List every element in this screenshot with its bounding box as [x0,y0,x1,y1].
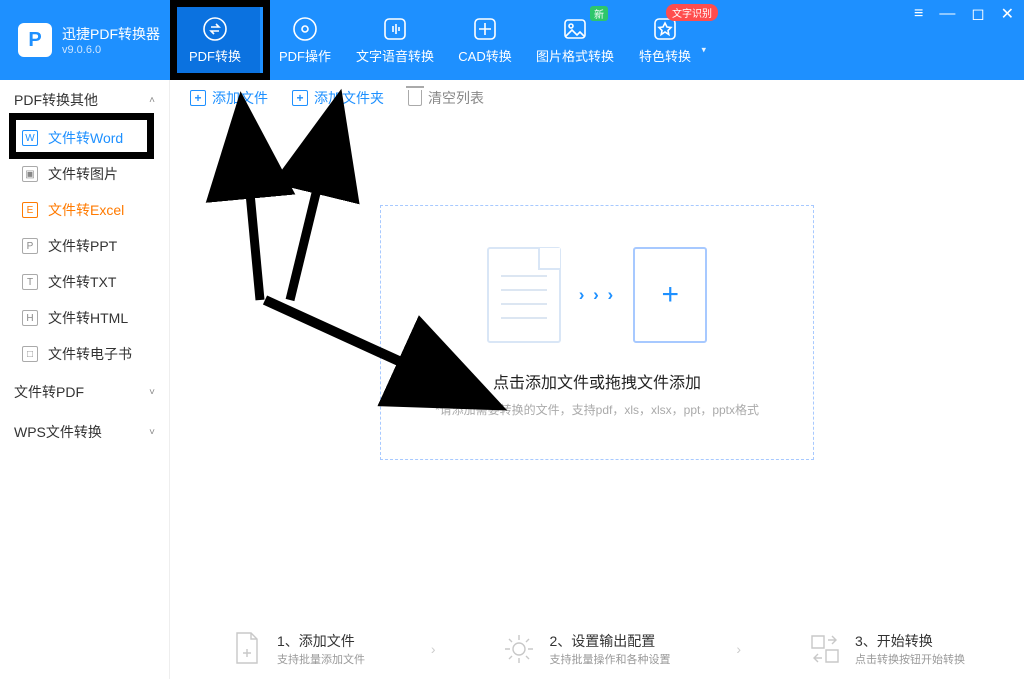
add-target-icon: + [633,247,707,343]
step-subtitle: 点击转换按钮开始转换 [855,651,965,667]
add-file-icon: + [190,90,206,106]
sidebar-item-to-word[interactable]: W 文件转Word [0,120,169,156]
add-folder-icon: + [292,90,308,106]
step-title: 1、添加文件 [277,631,365,651]
tab-tts[interactable]: 文字语音转换 [350,0,440,80]
tab-special[interactable]: 文字识别 特色转换 ▾ [620,0,710,80]
group-wps[interactable]: WPS文件转换 ˅ [0,412,169,452]
step-1: 1、添加文件 支持批量添加文件 [229,631,365,667]
menu-icon[interactable]: ≡ [914,5,923,23]
sidebar-item-to-ebook[interactable]: □ 文件转电子书 [0,336,169,372]
document-icon [487,247,561,343]
image-icon [562,16,588,42]
step-2: 2、设置输出配置 支持批量操作和各种设置 [501,631,670,667]
ppt-icon: P [22,238,38,254]
dropzone-title: 点击添加文件或拖拽文件添加 [493,369,701,393]
convert-icon [807,631,843,667]
group-title: WPS文件转换 [14,422,102,442]
drop-zone[interactable]: › › › + 点击添加文件或拖拽文件添加 *请添加需要转换的文件，支持pdf，… [380,205,814,460]
add-folder-button[interactable]: + 添加文件夹 [292,88,384,108]
sidebar-item-label: 文件转TXT [48,272,116,292]
audio-icon [382,16,408,42]
cad-icon [472,16,498,42]
tab-pdf-convert[interactable]: PDF转换 [170,0,260,80]
group-title: 文件转PDF [14,382,84,402]
gear-icon [292,16,318,42]
step-3: 3、开始转换 点击转换按钮开始转换 [807,631,965,667]
chevron-down-icon: ˅ [149,387,155,398]
step-title: 2、设置输出配置 [549,631,670,651]
chevron-up-icon: ˄ [149,95,155,106]
add-file-button[interactable]: + 添加文件 [190,88,268,108]
trash-icon [408,90,422,106]
step-subtitle: 支持批量操作和各种设置 [549,651,670,667]
tab-cad[interactable]: CAD转换 [440,0,530,80]
word-icon: W [22,130,38,146]
dropzone-subtitle: *请添加需要转换的文件，支持pdf，xls，xlsx，ppt，pptx格式 [435,401,759,418]
badge-ocr: 文字识别 [666,4,718,21]
tab-pdf-operate[interactable]: PDF操作 [260,0,350,80]
file-plus-icon [229,631,265,667]
sidebar-item-label: 文件转Word [48,128,123,148]
add-file-label: 添加文件 [212,88,268,108]
close-icon[interactable]: ✕ [1001,4,1014,24]
sidebar-item-label: 文件转PPT [48,236,117,256]
tab-label: 特色转换 [639,46,691,65]
swap-icon [202,16,228,42]
clear-list-button[interactable]: 清空列表 [408,88,484,108]
sidebar: PDF转换其他 ˄ W 文件转Word ▣ 文件转图片 E 文件转Excel P… [0,80,170,679]
app-brand: P 迅捷PDF转换器 v9.0.6.0 [0,0,170,80]
tab-label: PDF转换 [189,46,241,65]
minimize-icon[interactable]: — [939,5,955,23]
sidebar-item-label: 文件转电子书 [48,344,132,364]
step-title: 3、开始转换 [855,631,965,651]
sidebar-item-to-excel[interactable]: E 文件转Excel [0,192,169,228]
app-logo-icon: P [18,23,52,57]
html-icon: H [22,310,38,326]
app-version: v9.0.6.0 [62,44,160,56]
step-subtitle: 支持批量添加文件 [277,651,365,667]
excel-icon: E [22,202,38,218]
group-title: PDF转换其他 [14,90,98,110]
sidebar-item-to-ppt[interactable]: P 文件转PPT [0,228,169,264]
app-name: 迅捷PDF转换器 [62,24,160,44]
tab-label: PDF操作 [279,46,331,65]
header-tabs: PDF转换 PDF操作 文字语音转换 CAD转换 新 图片格式转换 [170,0,710,80]
txt-icon: T [22,274,38,290]
tab-label: 图片格式转换 [536,46,614,65]
tab-label: 文字语音转换 [356,46,434,65]
settings-icon [501,631,537,667]
steps-bar: 1、添加文件 支持批量添加文件 › 2、设置输出配置 支持批量操作和各种设置 ›… [170,631,1024,667]
tab-image[interactable]: 新 图片格式转换 [530,0,620,80]
chevron-down-icon: ▾ [701,44,706,55]
chevron-right-icon: › [736,641,741,657]
chevrons-right-icon: › › › [579,285,615,305]
sidebar-item-to-image[interactable]: ▣ 文件转图片 [0,156,169,192]
chevron-down-icon: ˅ [149,427,155,438]
maximize-icon[interactable]: ◻ [971,4,984,24]
sidebar-item-to-html[interactable]: H 文件转HTML [0,300,169,336]
sidebar-item-to-txt[interactable]: T 文件转TXT [0,264,169,300]
tab-label: CAD转换 [458,46,511,65]
sidebar-item-label: 文件转Excel [48,200,124,220]
dropzone-visual: › › › + [487,247,707,343]
image-file-icon: ▣ [22,166,38,182]
group-pdf-to-other[interactable]: PDF转换其他 ˄ [0,80,169,120]
chevron-right-icon: › [431,641,436,657]
add-folder-label: 添加文件夹 [314,88,384,108]
badge-new: 新 [590,6,608,21]
ebook-icon: □ [22,346,38,362]
sidebar-item-label: 文件转图片 [48,164,118,184]
sidebar-item-label: 文件转HTML [48,308,128,328]
group-to-pdf[interactable]: 文件转PDF ˅ [0,372,169,412]
clear-list-label: 清空列表 [428,88,484,108]
